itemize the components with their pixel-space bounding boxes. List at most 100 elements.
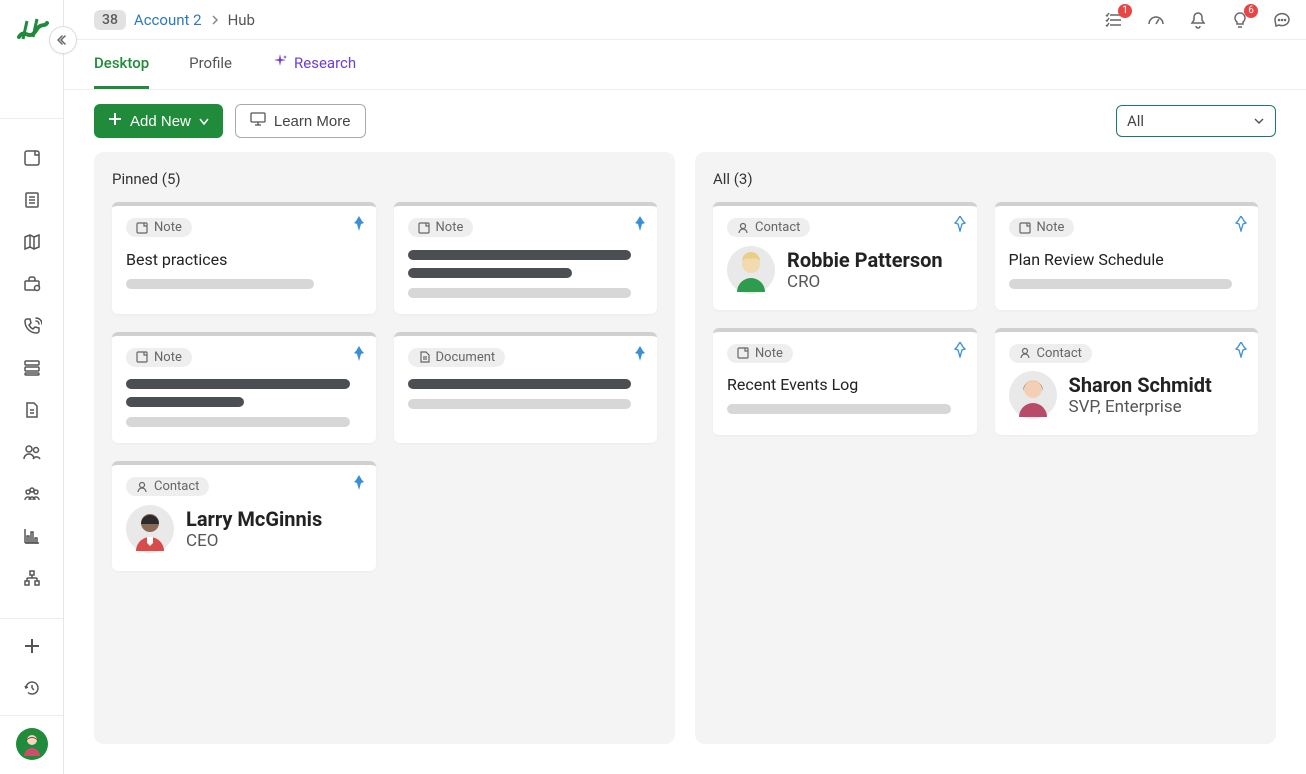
- lightbulb-icon[interactable]: 6: [1230, 10, 1250, 30]
- nav-phone-icon[interactable]: [21, 315, 43, 337]
- contact-avatar: [727, 246, 775, 294]
- chat-icon[interactable]: [1272, 10, 1292, 30]
- pin-icon[interactable]: [352, 475, 366, 495]
- card-tag-label: Contact: [755, 220, 800, 235]
- card-tag-label: Note: [755, 346, 783, 361]
- placeholder-line: [126, 379, 350, 389]
- nav-history-icon[interactable]: [21, 677, 43, 699]
- all-card-contact[interactable]: Contact Sharon Schmidt SVP, Enterprise: [995, 328, 1259, 436]
- main-area: 38 Account 2 Hub 1 6: [64, 0, 1306, 774]
- card-tag-label: Note: [154, 220, 182, 235]
- card-tag-label: Contact: [154, 479, 199, 494]
- pinned-header: Pinned (5): [112, 170, 657, 188]
- pinned-card[interactable]: Note: [112, 332, 376, 444]
- nav-chart-icon[interactable]: [21, 525, 43, 547]
- card-tag: Contact: [727, 218, 810, 237]
- card-title: Best practices: [126, 250, 362, 269]
- nav-people-icon[interactable]: [21, 441, 43, 463]
- card-tag: Contact: [126, 477, 209, 496]
- contact-role: CRO: [787, 272, 943, 292]
- bell-icon[interactable]: [1188, 10, 1208, 30]
- card-tag: Contact: [1009, 344, 1092, 363]
- card-tag-label: Contact: [1037, 346, 1082, 361]
- nav-add-icon[interactable]: [21, 635, 43, 657]
- contact-role: CEO: [186, 531, 322, 551]
- placeholder-line: [408, 250, 632, 260]
- pinned-card[interactable]: Note: [394, 202, 658, 314]
- nav-document-icon[interactable]: [21, 399, 43, 421]
- all-card[interactable]: Note Recent Events Log: [713, 328, 977, 436]
- dashboard-icon[interactable]: [1146, 10, 1166, 30]
- nav-book-icon[interactable]: [21, 189, 43, 211]
- panels: Pinned (5) Note Best practices: [64, 138, 1306, 774]
- pin-outline-icon[interactable]: [953, 216, 967, 236]
- card-tag: Note: [1009, 218, 1075, 237]
- pinned-card[interactable]: Document: [394, 332, 658, 444]
- pin-outline-icon[interactable]: [1234, 216, 1248, 236]
- nav-map-icon[interactable]: [21, 231, 43, 253]
- tab-research-label: Research: [294, 54, 356, 72]
- pin-icon[interactable]: [352, 346, 366, 366]
- card-tag: Document: [408, 348, 506, 367]
- chevron-down-icon: [1253, 112, 1265, 130]
- user-avatar[interactable]: [16, 728, 48, 760]
- card-title: Plan Review Schedule: [1009, 250, 1245, 269]
- learn-more-label: Learn More: [274, 113, 351, 130]
- card-tag: Note: [408, 218, 474, 237]
- nav-group-icon[interactable]: [21, 483, 43, 505]
- pin-icon[interactable]: [633, 346, 647, 366]
- breadcrumb-page: Hub: [228, 11, 255, 29]
- placeholder-line: [408, 379, 632, 389]
- tab-research[interactable]: Research: [272, 40, 356, 89]
- nav-briefcase-icon[interactable]: [21, 273, 43, 295]
- all-card[interactable]: Note Plan Review Schedule: [995, 202, 1259, 310]
- tasks-icon[interactable]: 1: [1104, 10, 1124, 30]
- plus-icon: [108, 112, 122, 130]
- placeholder-line: [727, 404, 951, 414]
- pinned-card[interactable]: Note Best practices: [112, 202, 376, 314]
- card-tag: Note: [126, 348, 192, 367]
- tips-badge: 6: [1244, 4, 1258, 18]
- pinned-card-contact[interactable]: Contact Larry McGinnis CEO: [112, 461, 376, 571]
- placeholder-line: [126, 397, 244, 407]
- learn-more-button[interactable]: Learn More: [235, 104, 366, 138]
- all-panel: All (3) Contact: [695, 152, 1276, 744]
- card-title: Recent Events Log: [727, 375, 963, 394]
- card-tag-label: Note: [1037, 220, 1065, 235]
- contact-name: Sharon Schmidt: [1069, 373, 1212, 397]
- card-tag-label: Note: [154, 350, 182, 365]
- tab-profile[interactable]: Profile: [189, 40, 232, 89]
- breadcrumb: 38 Account 2 Hub: [94, 10, 255, 30]
- contact-name: Robbie Patterson: [787, 248, 943, 272]
- nav-org-icon[interactable]: [21, 567, 43, 589]
- caret-down-icon: [199, 113, 209, 130]
- sidebar-collapse-button[interactable]: [49, 26, 77, 54]
- breadcrumb-account-link[interactable]: Account 2: [134, 11, 202, 29]
- add-new-label: Add New: [130, 113, 191, 130]
- card-tag-label: Document: [436, 350, 496, 365]
- filter-select[interactable]: All: [1116, 105, 1276, 137]
- contact-name: Larry McGinnis: [186, 507, 322, 531]
- contact-role: SVP, Enterprise: [1069, 397, 1212, 417]
- sidebar: [0, 0, 64, 774]
- add-new-button[interactable]: Add New: [94, 104, 223, 138]
- divider: [0, 118, 63, 119]
- card-tag: Note: [727, 344, 793, 363]
- pin-outline-icon[interactable]: [953, 342, 967, 362]
- all-card-contact[interactable]: Contact Robbie Patterson CRO: [713, 202, 977, 310]
- nav-note-icon[interactable]: [21, 147, 43, 169]
- pin-icon[interactable]: [352, 216, 366, 236]
- tasks-badge: 1: [1118, 4, 1132, 18]
- monitor-icon: [250, 112, 266, 130]
- card-tag: Note: [126, 218, 192, 237]
- pin-icon[interactable]: [633, 216, 647, 236]
- tab-desktop[interactable]: Desktop: [94, 40, 149, 89]
- nav-server-icon[interactable]: [21, 357, 43, 379]
- placeholder-line: [408, 399, 632, 409]
- placeholder-line: [408, 288, 632, 298]
- pin-outline-icon[interactable]: [1234, 342, 1248, 362]
- toolbar: Add New Learn More All: [64, 90, 1306, 138]
- placeholder-line: [408, 268, 573, 278]
- tabs: Desktop Profile Research: [64, 40, 1306, 90]
- contact-avatar: [126, 505, 174, 553]
